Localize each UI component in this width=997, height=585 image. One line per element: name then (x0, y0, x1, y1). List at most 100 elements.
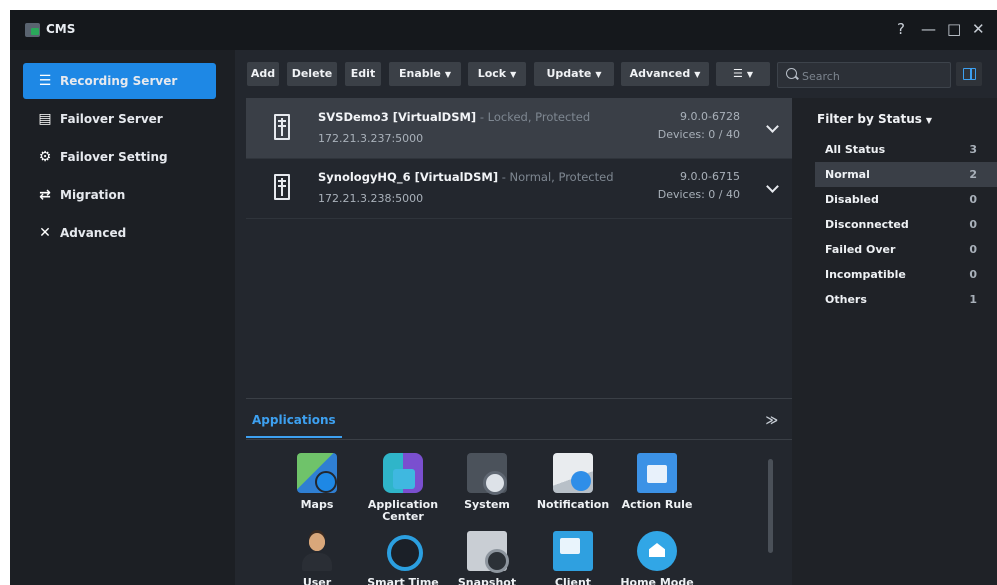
list-icon: ☰ (38, 73, 52, 89)
help-button[interactable]: ? (897, 19, 905, 39)
toolbar: Add Delete Edit Enable ▼ Lock ▼ Update ▼ Ad… (235, 50, 997, 96)
lock-label: Lock (477, 67, 507, 80)
sidebar-item-failover-setting[interactable]: ⚙ Failover Setting (23, 139, 216, 175)
sidebar-item-advanced[interactable]: ✕ Advanced (23, 215, 216, 251)
home-mode-icon (637, 531, 677, 571)
action-rule-icon (637, 453, 677, 493)
app-label: System (464, 498, 510, 511)
tab-applications[interactable]: Applications (246, 409, 342, 438)
filter-item-normal[interactable]: Normal 2 (815, 162, 997, 187)
server-name: SVSDemo3 [VirtualDSM] - Locked, Protecte… (318, 110, 590, 124)
filter-count: 0 (969, 218, 977, 231)
close-button[interactable]: ✕ (972, 19, 985, 39)
app-maps[interactable]: Maps (272, 453, 362, 511)
advanced-dropdown[interactable]: Advanced ▼ (621, 62, 709, 86)
filter-label: Disabled (825, 193, 879, 206)
client-management-icon (553, 531, 593, 571)
edit-button[interactable]: Edit (345, 62, 381, 86)
add-button[interactable]: Add (247, 62, 279, 86)
caret-down-icon: ▼ (925, 116, 933, 125)
server-version: 9.0.0-6728 (680, 110, 740, 123)
server-icon (274, 114, 290, 140)
server-address: 172.21.3.237:5000 (318, 132, 424, 145)
server-name: SynologyHQ_6 [VirtualDSM] - Normal, Prot… (318, 170, 614, 184)
server-row[interactable]: SVSDemo3 [VirtualDSM] - Locked, Protecte… (246, 98, 792, 159)
sidebar-item-label: Failover Setting (60, 150, 168, 164)
view-list-icon: ☰ (732, 67, 743, 80)
cms-logo-icon (25, 23, 40, 37)
user-icon (297, 531, 337, 571)
app-notification[interactable]: Notification (528, 453, 618, 511)
tools-icon: ✕ (39, 225, 51, 241)
filter-count: 1 (969, 293, 977, 306)
filter-count: 0 (969, 268, 977, 281)
filter-item-failed-over[interactable]: Failed Over 0 (815, 237, 997, 262)
sidebar-item-failover-server[interactable]: ▤ Failover Server (23, 101, 216, 137)
filter-label: Others (825, 293, 867, 306)
app-label: Client Management (554, 576, 592, 585)
app-smart-time-lapse[interactable]: Smart Time Lapse (358, 531, 448, 585)
filter-count: 0 (969, 193, 977, 206)
search-icon (786, 68, 797, 79)
app-system[interactable]: System (442, 453, 532, 511)
server-row[interactable]: SynologyHQ_6 [VirtualDSM] - Normal, Prot… (246, 158, 792, 219)
filter-item-incompatible[interactable]: Incompatible 0 (815, 262, 997, 287)
sidebar-item-migration[interactable]: ⇄ Migration (23, 177, 216, 213)
app-label: Maps (300, 498, 334, 511)
server-name-text: SynologyHQ_6 [VirtualDSM] (318, 170, 499, 184)
app-action-rule[interactable]: Action Rule (612, 453, 702, 511)
filter-item-all-status[interactable]: All Status 3 (815, 137, 997, 162)
failover-server-icon: ▤ (38, 111, 52, 127)
title-bar: CMS ? — □ ✕ (10, 10, 997, 50)
filter-item-disabled[interactable]: Disabled 0 (815, 187, 997, 212)
chevron-down-icon[interactable] (766, 120, 779, 133)
view-mode-dropdown[interactable]: ☰ ▼ (716, 62, 770, 86)
advanced-label: Advanced (629, 67, 691, 80)
update-dropdown[interactable]: Update ▼ (534, 62, 614, 86)
scrollbar[interactable] (768, 459, 773, 553)
lock-dropdown[interactable]: Lock ▼ (468, 62, 526, 86)
applications-panel: Applications ≫ Maps Application Center S… (246, 398, 792, 585)
system-icon (467, 453, 507, 495)
filter-count: 2 (969, 168, 977, 181)
filter-count: 3 (969, 143, 977, 156)
maximize-button[interactable]: □ (947, 19, 961, 39)
filter-item-disconnected[interactable]: Disconnected 0 (815, 212, 997, 237)
filter-label: Disconnected (825, 218, 909, 231)
app-snapshot[interactable]: Snapshot (442, 531, 532, 585)
app-label: User (302, 576, 332, 585)
app-user[interactable]: User (272, 531, 362, 585)
delete-button[interactable]: Delete (287, 62, 337, 86)
caret-down-icon: ▼ (746, 70, 754, 79)
filter-label: Incompatible (825, 268, 906, 281)
search-field[interactable] (777, 62, 951, 88)
app-label: Action Rule (621, 498, 693, 511)
enable-dropdown[interactable]: Enable ▼ (389, 62, 461, 86)
filter-item-others[interactable]: Others 1 (815, 287, 997, 312)
panel-toggle-button[interactable] (956, 62, 982, 86)
app-title: CMS (46, 22, 76, 36)
chevron-down-icon[interactable] (766, 180, 779, 193)
server-icon (274, 174, 290, 200)
smart-time-lapse-icon (383, 531, 423, 571)
snapshot-icon (467, 531, 509, 573)
sidebar-item-label: Recording Server (60, 74, 178, 88)
app-home-mode[interactable]: Home Mode (612, 531, 702, 585)
sidebar-item-recording-server[interactable]: ☰ Recording Server (23, 63, 216, 99)
app-application-center[interactable]: Application Center (358, 453, 448, 523)
application-center-icon (383, 453, 423, 493)
minimize-button[interactable]: — (921, 19, 936, 39)
notification-icon (553, 453, 593, 493)
enable-label: Enable (398, 67, 441, 80)
filter-title[interactable]: Filter by Status ▼ (817, 112, 932, 126)
divider (246, 439, 792, 440)
app-client-management[interactable]: Client Management (528, 531, 618, 585)
server-name-text: SVSDemo3 [VirtualDSM] (318, 110, 477, 124)
server-status: - Locked, Protected (476, 110, 591, 124)
filter-count: 0 (969, 243, 977, 256)
server-devices: Devices: 0 / 40 (657, 188, 740, 201)
collapse-icon[interactable]: ≫ (765, 413, 778, 427)
caret-down-icon: ▼ (595, 70, 602, 79)
gear-icon: ⚙ (38, 149, 52, 165)
search-input[interactable] (800, 66, 944, 86)
